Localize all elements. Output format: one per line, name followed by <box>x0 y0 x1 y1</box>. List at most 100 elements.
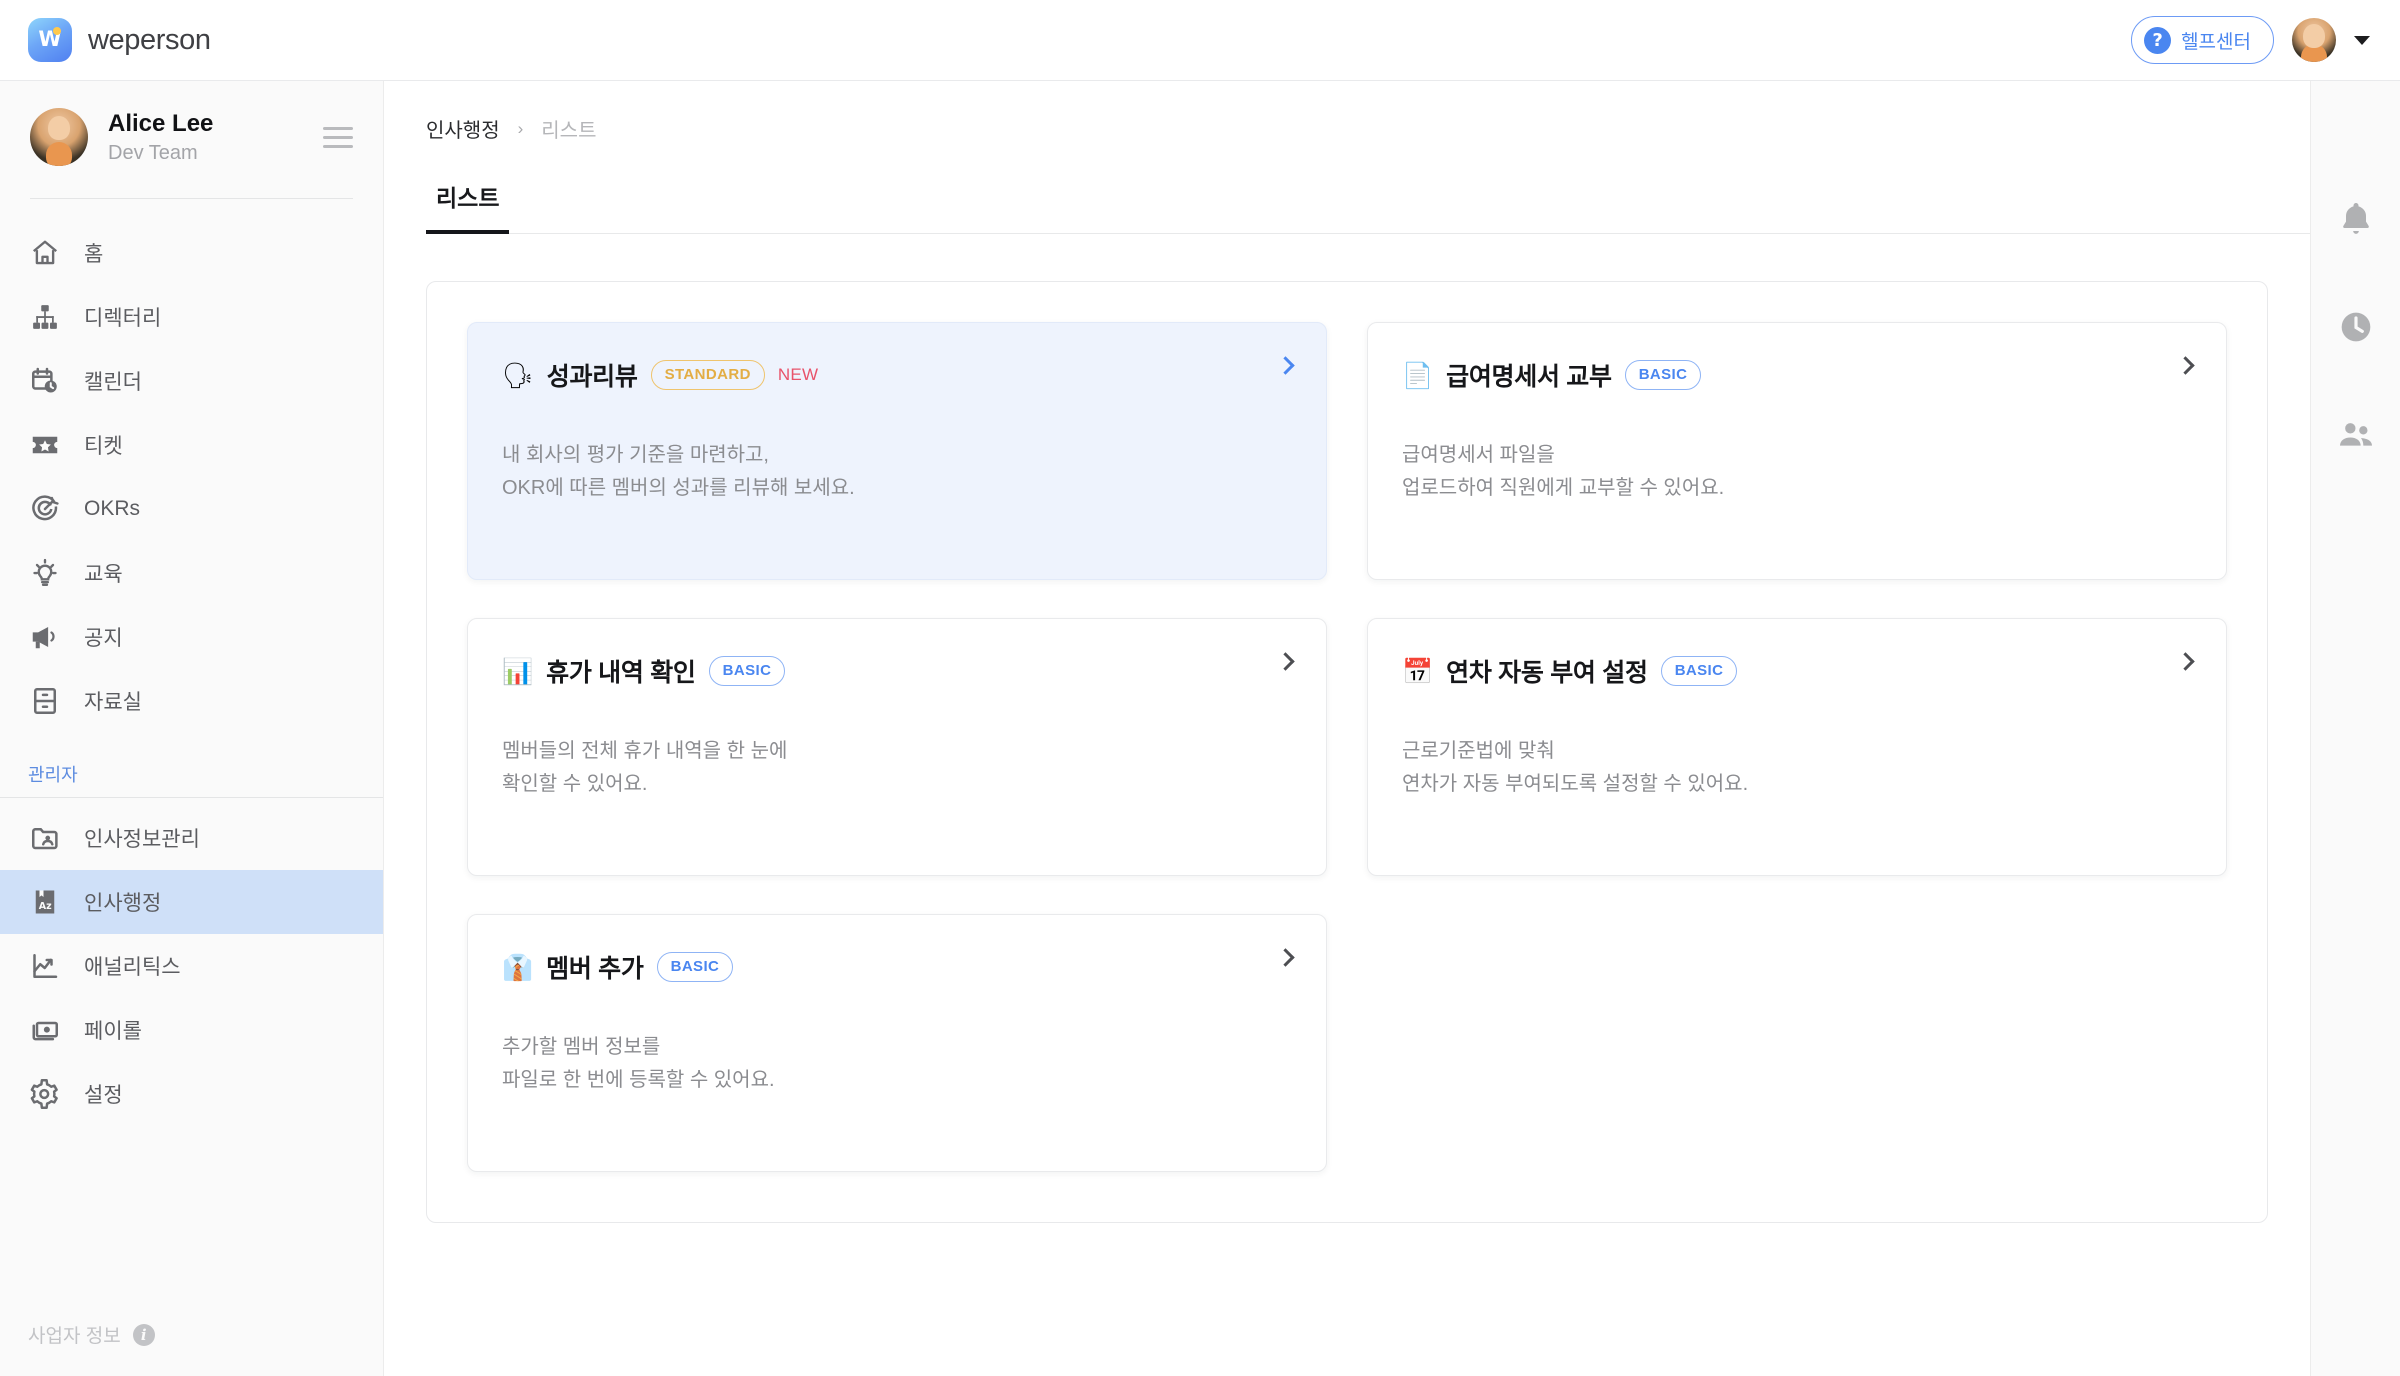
ticket-star-icon <box>28 428 62 462</box>
breadcrumb-current[interactable]: 리스트 <box>541 114 596 143</box>
target-icon <box>28 492 62 526</box>
business-info-link[interactable]: 사업자 정보 i <box>28 1321 155 1348</box>
plan-badge: STANDARD <box>650 360 765 390</box>
sidebar-divider <box>30 198 353 199</box>
card-description-line-2: 파일로 한 번에 등록할 수 있어요. <box>502 1069 775 1091</box>
card-description-line-2: 업로드하여 직원에게 교부할 수 있어요. <box>1402 477 1725 499</box>
card-header: 📄 급여명세서 교부 BASIC <box>1402 357 2192 393</box>
tab-list[interactable]: 리스트 <box>426 179 510 234</box>
card-description: 추가할 멤버 정보를 파일로 한 번에 등록할 수 있어요. <box>502 1031 1292 1097</box>
sidebar-item-okrs[interactable]: OKRs <box>0 477 383 541</box>
profile-name: Alice Lee <box>108 110 214 137</box>
card-header: 📊 휴가 내역 확인 BASIC <box>502 653 1292 689</box>
help-center-button[interactable]: ? 헬프센터 <box>2131 16 2274 64</box>
sidebar-profile[interactable]: Alice Lee Dev Team <box>0 81 383 166</box>
hamburger-menu-icon[interactable] <box>323 126 353 148</box>
card-add-member[interactable]: 👔 멤버 추가 BASIC 추가할 멤버 정보를 파일로 한 번에 등록할 수 … <box>467 914 1327 1172</box>
breadcrumb-parent[interactable]: 인사행정 <box>426 114 500 143</box>
sidebar-item-analytics[interactable]: 애널리틱스 <box>0 934 383 998</box>
card-title: 성과리뷰 <box>546 363 638 391</box>
card-annual-leave-auto[interactable]: 📅 연차 자동 부여 설정 BASIC 근로기준법에 맞춰 연차가 자동 부여되… <box>1367 618 2227 876</box>
card-description: 급여명세서 파일을 업로드하여 직원에게 교부할 수 있어요. <box>1402 439 2192 505</box>
info-icon: i <box>132 1323 155 1346</box>
sidebar-item-archive[interactable]: 자료실 <box>0 669 383 733</box>
card-description: 근로기준법에 맞춰 연차가 자동 부여되도록 설정할 수 있어요. <box>1402 735 2192 801</box>
logo-dot-icon <box>53 27 61 35</box>
sidebar-profile-text: Alice Lee Dev Team <box>108 109 303 165</box>
sidebar-item-calendar[interactable]: 캘린더 <box>0 349 383 413</box>
card-description-line-1: 근로기준법에 맞춰 <box>1402 740 1555 762</box>
sidebar-item-ticket[interactable]: 티켓 <box>0 413 383 477</box>
folder-person-icon <box>28 821 62 855</box>
weperson-logo-icon: W <box>28 18 72 62</box>
card-header: 👔 멤버 추가 BASIC <box>502 949 1292 985</box>
card-description-line-2: OKR에 따른 멤버의 성과를 리뷰해 보세요. <box>502 477 855 499</box>
svg-text:Az: Az <box>39 901 52 912</box>
sidebar-item-directory[interactable]: 디렉터리 <box>0 285 383 349</box>
necktie-icon: 👔 <box>502 952 534 982</box>
right-rail <box>2310 81 2400 1376</box>
sidebar-item-notice[interactable]: 공지 <box>0 605 383 669</box>
profile-team: Dev Team <box>108 142 198 164</box>
help-center-label: 헬프센터 <box>2181 31 2251 53</box>
sidebar-item-label: 설정 <box>84 1084 123 1107</box>
card-description-line-1: 급여명세서 파일을 <box>1402 444 1555 466</box>
plan-badge: BASIC <box>656 952 734 982</box>
lightbulb-icon <box>28 556 62 590</box>
sidebar-item-label: 공지 <box>84 627 123 650</box>
calendar-clock-icon <box>28 364 62 398</box>
book-az-icon: Az <box>28 885 62 919</box>
card-title: 급여명세서 교부 <box>1446 363 1612 391</box>
org-chart-icon <box>28 300 62 334</box>
sidebar-item-label: 애널리틱스 <box>84 956 181 979</box>
bell-icon[interactable] <box>2336 199 2376 239</box>
sidebar-item-settings[interactable]: 설정 <box>0 1062 383 1126</box>
gear-icon <box>28 1077 62 1111</box>
brand-name: weperson <box>88 23 211 56</box>
card-payslip-issue[interactable]: 📄 급여명세서 교부 BASIC 급여명세서 파일을 업로드하여 직원에게 교부… <box>1367 322 2227 580</box>
card-title: 연차 자동 부여 설정 <box>1446 659 1648 687</box>
card-title: 휴가 내역 확인 <box>546 659 696 687</box>
card-performance-review[interactable]: 🗣 성과리뷰 STANDARD NEW 내 회사의 평가 기준을 마련하고, O… <box>467 322 1327 580</box>
chevron-down-icon[interactable] <box>2354 35 2370 45</box>
card-header: 🗣 성과리뷰 STANDARD NEW <box>502 357 1292 393</box>
breadcrumb: 인사행정 › 리스트 <box>384 81 2310 143</box>
top-bar: W weperson ? 헬프센터 <box>0 0 2400 81</box>
sidebar-item-hr-admin[interactable]: Az 인사행정 <box>0 870 383 934</box>
sidebar-nav: 홈 디렉터리 캘린더 티켓 OKRs 교육 공지 자료실 관리자 인사정보관리 … <box>0 221 383 1126</box>
banknote-icon <box>28 1013 62 1047</box>
brand-logo-group[interactable]: W weperson <box>28 18 211 62</box>
card-description: 멤버들의 전체 휴가 내역을 한 눈에 확인할 수 있어요. <box>502 735 1292 801</box>
sidebar-item-label: 인사정보관리 <box>84 828 200 851</box>
archive-icon <box>28 684 62 718</box>
sidebar-item-home[interactable]: 홈 <box>0 221 383 285</box>
bar-chart-icon: 📊 <box>502 656 534 686</box>
sidebar-item-label: OKRs <box>84 497 141 520</box>
card-description-line-2: 연차가 자동 부여되도록 설정할 수 있어요. <box>1402 773 1749 795</box>
calendar-icon: 📅 <box>1402 656 1434 686</box>
card-grid: 🗣 성과리뷰 STANDARD NEW 내 회사의 평가 기준을 마련하고, O… <box>467 322 2227 1172</box>
card-title: 멤버 추가 <box>546 955 644 983</box>
card-description-line-2: 확인할 수 있어요. <box>502 773 648 795</box>
card-description: 내 회사의 평가 기준을 마련하고, OKR에 따른 멤버의 성과를 리뷰해 보… <box>502 439 1292 505</box>
sidebar-item-hr-info[interactable]: 인사정보관리 <box>0 806 383 870</box>
plan-badge: BASIC <box>1660 656 1738 686</box>
people-icon[interactable] <box>2336 415 2376 455</box>
business-info-label: 사업자 정보 <box>28 1326 121 1347</box>
document-icon: 📄 <box>1402 360 1434 390</box>
sidebar-item-label: 홈 <box>84 243 104 266</box>
sidebar-section-admin: 관리자 <box>28 765 78 785</box>
question-mark-icon: ? <box>2144 26 2172 54</box>
left-sidebar: Alice Lee Dev Team 홈 디렉터리 캘린더 티켓 OKRs 교육… <box>0 81 384 1376</box>
clock-icon[interactable] <box>2336 307 2376 347</box>
new-badge: NEW <box>777 365 819 384</box>
card-description-line-1: 멤버들의 전체 휴가 내역을 한 눈에 <box>502 740 788 762</box>
home-icon <box>28 236 62 270</box>
sidebar-admin-divider <box>0 797 383 798</box>
header-avatar[interactable] <box>2292 18 2336 62</box>
cards-panel: 🗣 성과리뷰 STANDARD NEW 내 회사의 평가 기준을 마련하고, O… <box>426 281 2268 1223</box>
card-leave-history[interactable]: 📊 휴가 내역 확인 BASIC 멤버들의 전체 휴가 내역을 한 눈에 확인할… <box>467 618 1327 876</box>
sidebar-item-education[interactable]: 교육 <box>0 541 383 605</box>
sidebar-item-payroll[interactable]: 페이롤 <box>0 998 383 1062</box>
card-description-line-1: 내 회사의 평가 기준을 마련하고, <box>502 444 769 466</box>
